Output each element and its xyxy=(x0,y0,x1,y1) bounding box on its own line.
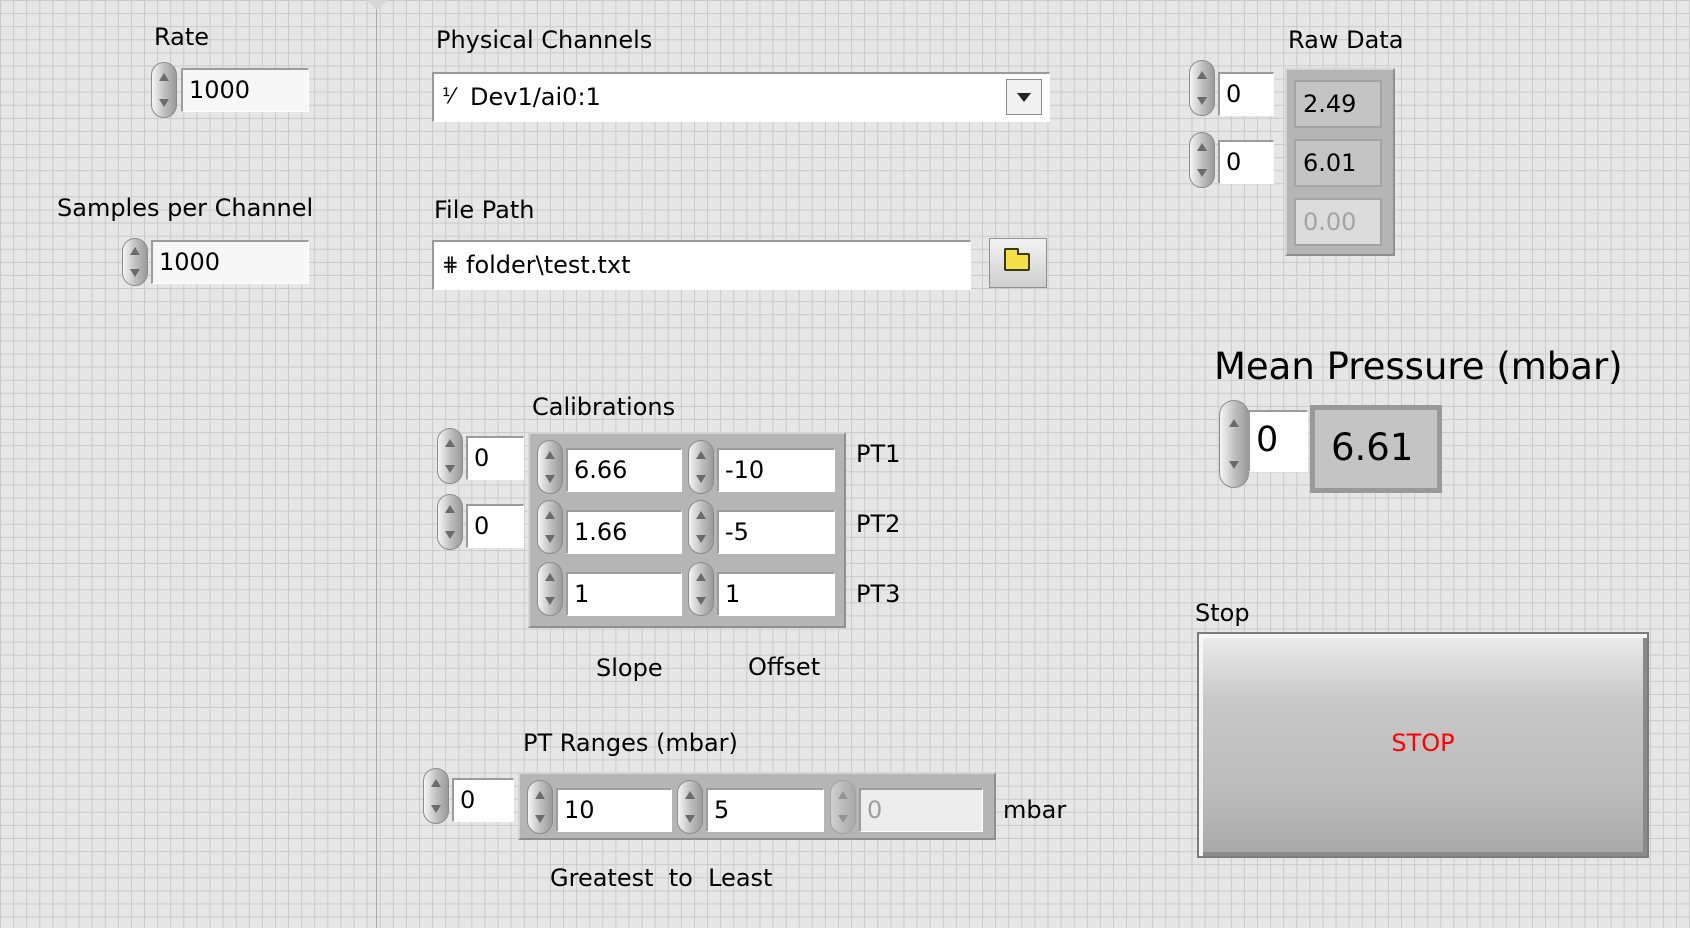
pt-range-spinner[interactable] xyxy=(527,780,553,834)
slope-column-label: Slope xyxy=(596,654,663,682)
file-path-value: folder\test.txt xyxy=(466,251,631,279)
offset-input[interactable]: -10 xyxy=(717,448,835,492)
offset-input[interactable]: -5 xyxy=(717,510,835,554)
rate-label: Rate xyxy=(154,23,210,51)
pt-range-input[interactable]: 10 xyxy=(556,788,672,832)
pt-range-input: 0 xyxy=(859,788,983,832)
raw-data-element: 6.01 xyxy=(1294,139,1382,187)
chevron-down-icon xyxy=(1017,93,1031,102)
browse-button[interactable] xyxy=(989,238,1047,288)
io-channel-icon: ⅟ xyxy=(442,84,454,108)
raw-data-element: 2.49 xyxy=(1294,80,1382,128)
pt-ranges-unit-label: mbar xyxy=(1003,796,1067,824)
pt-ranges-index-spinner[interactable] xyxy=(423,768,449,824)
physical-channels-combo[interactable]: ⅟ Dev1/ai0:1 xyxy=(432,72,1050,122)
rate-input[interactable]: 1000 xyxy=(181,68,309,112)
raw-data-label: Raw Data xyxy=(1288,26,1404,54)
pt-name-label: PT1 xyxy=(856,440,901,468)
physical-channels-dropdown-button[interactable] xyxy=(1006,79,1042,115)
calibrations-label: Calibrations xyxy=(532,393,676,421)
stop-label: Stop xyxy=(1195,599,1250,627)
pt-name-label: PT2 xyxy=(856,510,901,538)
file-path-label: File Path xyxy=(434,196,535,224)
mean-pressure-indicator: 6.61 xyxy=(1310,405,1442,493)
slope-spinner[interactable] xyxy=(537,500,563,554)
slope-input[interactable]: 6.66 xyxy=(566,448,682,492)
rate-spinner[interactable] xyxy=(151,62,177,118)
slope-input[interactable]: 1.66 xyxy=(566,510,682,554)
pt-ranges-caption: Greatest to Least xyxy=(550,864,773,892)
path-icon: ⋕ xyxy=(442,252,459,276)
splitter-handle-icon[interactable] xyxy=(366,0,388,10)
raw-data-col-index-input[interactable]: 0 xyxy=(1218,140,1274,184)
front-panel: Rate 1000 Samples per Channel 1000 Physi… xyxy=(0,0,1690,928)
samples-per-channel-spinner[interactable] xyxy=(122,238,148,286)
pt-ranges-label: PT Ranges (mbar) xyxy=(523,729,738,757)
offset-spinner[interactable] xyxy=(688,562,714,616)
calibrations-col-index-input[interactable]: 0 xyxy=(466,504,524,548)
offset-spinner[interactable] xyxy=(688,440,714,494)
folder-open-icon xyxy=(1004,248,1030,271)
calibrations-row-index-spinner[interactable] xyxy=(437,428,463,484)
offset-input[interactable]: 1 xyxy=(717,572,835,616)
calibrations-row-index-input[interactable]: 0 xyxy=(466,436,524,480)
pt-ranges-index-input[interactable]: 0 xyxy=(452,778,514,822)
pt-range-spinner[interactable] xyxy=(677,780,703,834)
file-path-input[interactable]: ⋕ folder\test.txt xyxy=(432,240,971,290)
slope-spinner[interactable] xyxy=(537,562,563,616)
pt-range-input[interactable]: 5 xyxy=(706,788,824,832)
offset-spinner[interactable] xyxy=(688,500,714,554)
raw-data-col-index-spinner[interactable] xyxy=(1189,132,1215,188)
offset-column-label: Offset xyxy=(748,653,821,681)
mean-pressure-index-input[interactable]: 0 xyxy=(1248,410,1308,472)
mean-pressure-index-spinner[interactable] xyxy=(1219,400,1249,488)
raw-data-row-index-spinner[interactable] xyxy=(1189,60,1215,116)
mean-pressure-label: Mean Pressure (mbar) xyxy=(1214,345,1623,388)
stop-button[interactable]: STOP xyxy=(1197,632,1649,858)
raw-data-element: 0.00 xyxy=(1294,198,1382,246)
slope-input[interactable]: 1 xyxy=(566,572,682,616)
slope-spinner[interactable] xyxy=(537,440,563,494)
pane-splitter[interactable] xyxy=(376,0,377,928)
physical-channels-value: Dev1/ai0:1 xyxy=(470,83,601,111)
samples-per-channel-label: Samples per Channel xyxy=(57,194,314,222)
pt-range-spinner xyxy=(830,780,856,834)
raw-data-row-index-input[interactable]: 0 xyxy=(1218,72,1274,116)
pt-name-label: PT3 xyxy=(856,580,901,608)
samples-per-channel-input[interactable]: 1000 xyxy=(151,240,309,284)
stop-button-text: STOP xyxy=(1391,729,1455,757)
calibrations-col-index-spinner[interactable] xyxy=(437,494,463,550)
physical-channels-label: Physical Channels xyxy=(436,26,653,54)
